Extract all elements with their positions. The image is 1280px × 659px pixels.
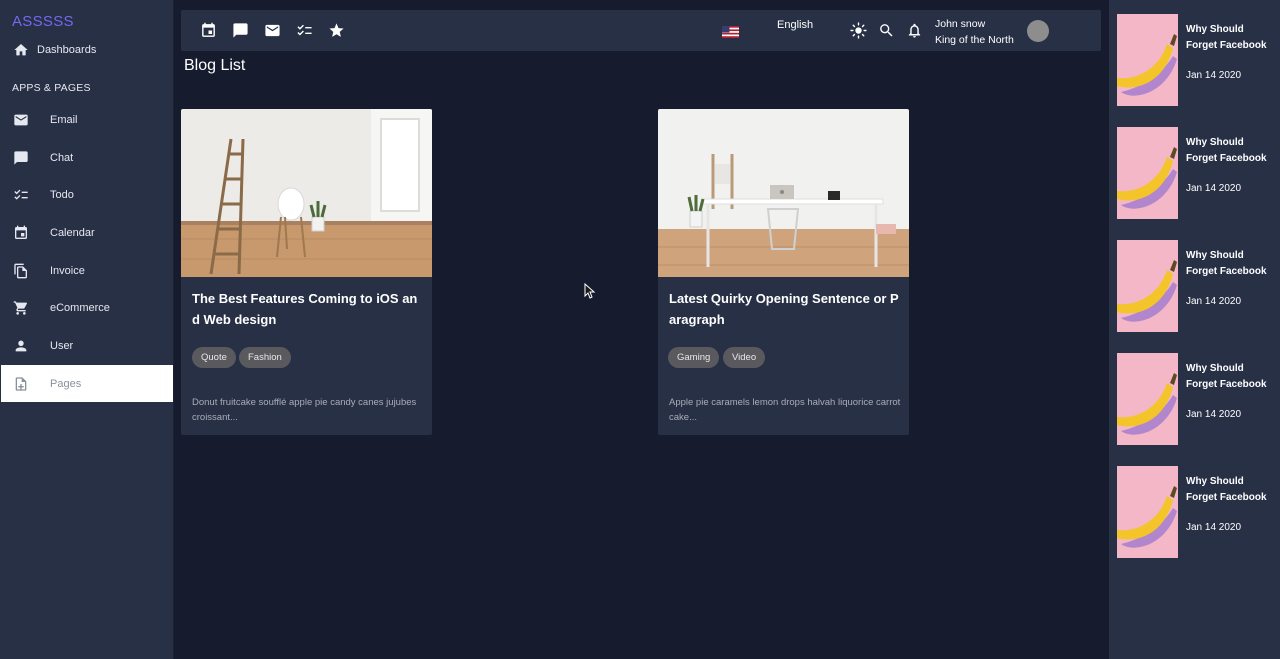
mouse-pointer-icon xyxy=(584,283,596,299)
blog-card-excerpt: Donut fruitcake soufflé apple pie candy … xyxy=(192,397,417,423)
sidebar-item-label: Invoice xyxy=(50,264,85,277)
recent-post-item[interactable]: Why Should Forget Facebook Jan 14 2020 xyxy=(1117,466,1277,558)
blog-card[interactable]: The Best Features Coming to iOS and Web … xyxy=(181,109,432,435)
bell-icon[interactable] xyxy=(906,22,923,39)
chat-icon[interactable] xyxy=(232,22,249,39)
cart-icon xyxy=(13,300,29,316)
home-icon xyxy=(13,42,29,58)
recent-post-title: Why Should Forget Facebook xyxy=(1186,137,1267,164)
sidebar-item-label: Chat xyxy=(50,151,74,164)
recent-post-title: Why Should Forget Facebook xyxy=(1186,476,1267,503)
page-title: Blog List xyxy=(184,57,246,74)
sidebar-item-invoice[interactable]: Invoice xyxy=(1,252,173,289)
blog-card-title[interactable]: Latest Quirky Opening Sentence or Paragr… xyxy=(669,288,899,330)
sidebar-section-label: APPS & PAGES xyxy=(12,82,91,94)
sidebar-item-label: Todo xyxy=(50,188,74,201)
blog-card[interactable]: Latest Quirky Opening Sentence or Paragr… xyxy=(658,109,909,435)
recent-post-date: Jan 14 2020 xyxy=(1186,522,1242,533)
blog-card-title[interactable]: The Best Features Coming to iOS and Web … xyxy=(192,288,422,330)
tag-chip[interactable]: Fashion xyxy=(239,347,291,368)
recent-post-date: Jan 14 2020 xyxy=(1186,183,1242,194)
blog-card-excerpt: Apple pie caramels lemon drops halvah li… xyxy=(669,397,901,423)
recent-post-date: Jan 14 2020 xyxy=(1186,70,1242,81)
sidebar-item-label: Email xyxy=(50,113,78,126)
recent-post-date: Jan 14 2020 xyxy=(1186,296,1242,307)
sidebar-item-ecommerce[interactable]: eCommerce xyxy=(1,289,173,326)
sidebar-item-calendar[interactable]: Calendar xyxy=(1,214,173,251)
tag-chip[interactable]: Gaming xyxy=(668,347,720,368)
us-flag-icon[interactable] xyxy=(722,25,739,38)
language-selector[interactable]: English xyxy=(777,19,813,31)
recent-post-date: Jan 14 2020 xyxy=(1186,409,1242,420)
sidebar-item-user[interactable]: User xyxy=(1,327,173,364)
blog-card-image xyxy=(181,109,432,277)
recent-post-item[interactable]: Why Should Forget Facebook Jan 14 2020 xyxy=(1117,240,1277,332)
star-icon[interactable] xyxy=(328,22,345,39)
recent-post-thumbnail xyxy=(1117,466,1178,558)
sidebar-item-label: Calendar xyxy=(50,226,95,239)
user-icon xyxy=(13,338,29,354)
tag-chip[interactable]: Video xyxy=(723,347,766,368)
brand-logo[interactable]: ASSSSS xyxy=(12,13,74,30)
calendar-icon[interactable] xyxy=(200,22,217,39)
recent-post-thumbnail xyxy=(1117,127,1178,219)
sidebar-item-label: eCommerce xyxy=(50,301,110,314)
recent-post-item[interactable]: Why Should Forget Facebook Jan 14 2020 xyxy=(1117,14,1277,106)
recent-posts-panel: Why Should Forget Facebook Jan 14 2020 W… xyxy=(1109,0,1280,659)
recent-post-thumbnail xyxy=(1117,14,1178,106)
user-role: King of the North xyxy=(935,34,1014,46)
sun-icon[interactable] xyxy=(850,22,867,39)
sidebar: ASSSSS Dashboards APPS & PAGES Email Cha… xyxy=(0,0,174,659)
user-name: John snow xyxy=(935,18,986,30)
invoice-icon xyxy=(13,263,29,279)
top-navbar: English John snow King of the North xyxy=(181,10,1101,51)
calendar-icon xyxy=(13,225,29,241)
recent-post-thumbnail xyxy=(1117,240,1178,332)
avatar[interactable] xyxy=(1027,20,1049,42)
sidebar-item-pages[interactable]: Pages xyxy=(1,365,173,402)
todo-icon[interactable] xyxy=(296,22,313,39)
todo-icon xyxy=(13,187,29,203)
sidebar-item-chat[interactable]: Chat xyxy=(1,139,173,176)
sidebar-item-dashboards[interactable]: Dashboards xyxy=(1,31,173,68)
recent-post-title: Why Should Forget Facebook xyxy=(1186,363,1267,390)
chat-icon xyxy=(13,150,29,166)
recent-post-title: Why Should Forget Facebook xyxy=(1186,24,1267,51)
mail-icon[interactable] xyxy=(264,22,281,39)
recent-post-thumbnail xyxy=(1117,353,1178,445)
sidebar-item-label: Dashboards xyxy=(37,43,97,56)
recent-post-title: Why Should Forget Facebook xyxy=(1186,250,1267,277)
recent-post-item[interactable]: Why Should Forget Facebook Jan 14 2020 xyxy=(1117,127,1277,219)
sidebar-item-todo[interactable]: Todo xyxy=(1,176,173,213)
recent-post-item[interactable]: Why Should Forget Facebook Jan 14 2020 xyxy=(1117,353,1277,445)
user-info[interactable]: John snow King of the North xyxy=(935,16,1014,48)
sidebar-item-label: User xyxy=(50,339,74,352)
blog-card-image xyxy=(658,109,909,277)
sidebar-item-label: Pages xyxy=(50,377,82,390)
tag-chip[interactable]: Quote xyxy=(192,347,236,368)
sidebar-item-email[interactable]: Email xyxy=(1,101,173,138)
mail-icon xyxy=(13,112,29,128)
search-icon[interactable] xyxy=(878,22,895,39)
pages-icon xyxy=(13,376,29,392)
